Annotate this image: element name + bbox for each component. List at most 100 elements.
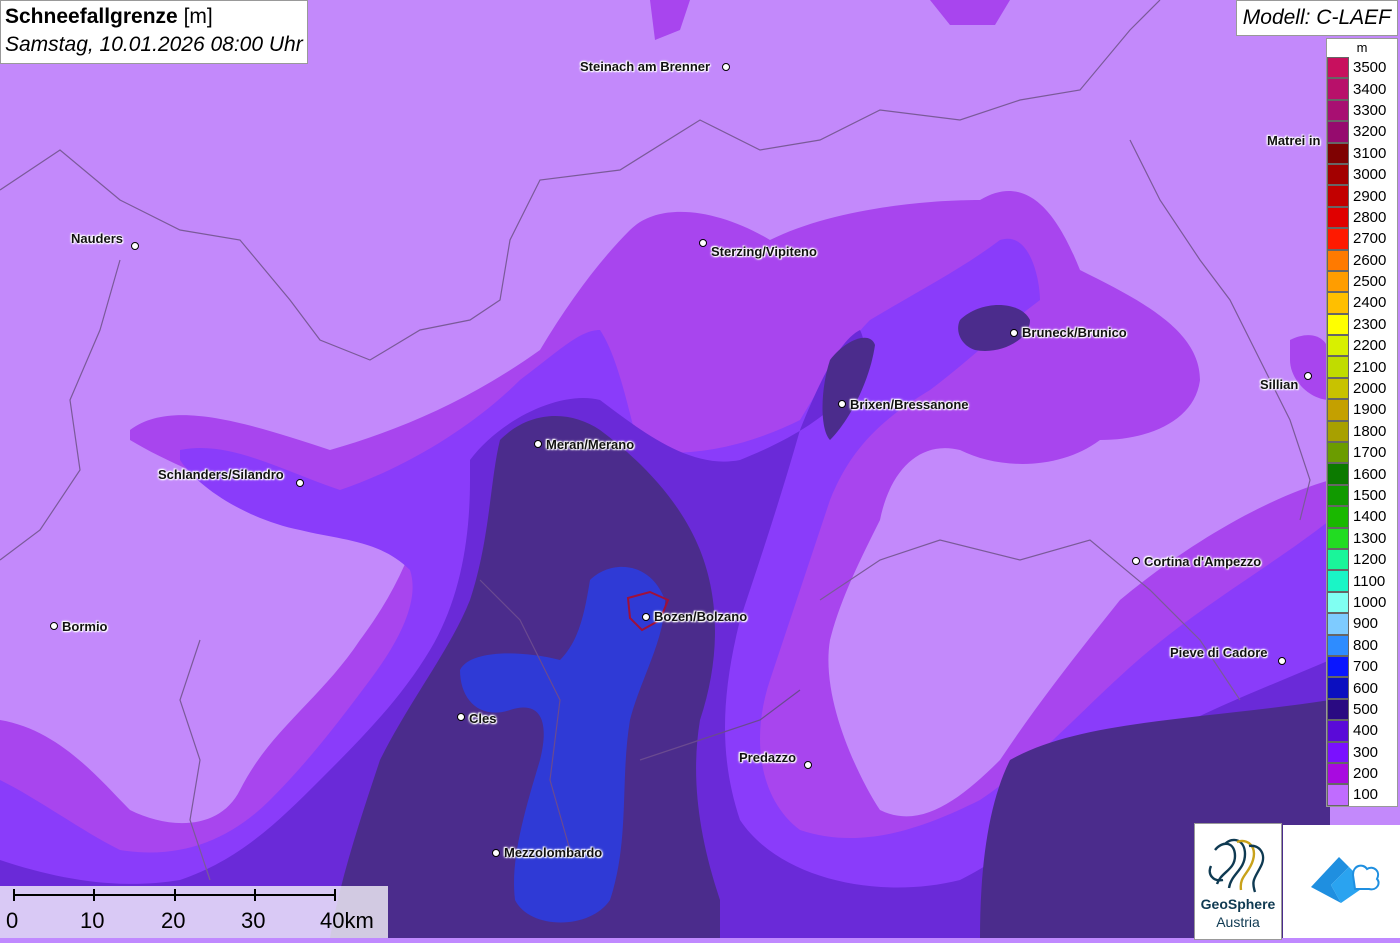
legend-swatch [1327, 741, 1349, 763]
legend-label: 3500 [1353, 59, 1387, 77]
legend-row: 1500 [1327, 484, 1397, 507]
legend-row: 1000 [1327, 591, 1397, 614]
color-legend: m 3500 3400 3300 3200 3100 3000 2900 2800 2700 26… [1326, 38, 1398, 807]
legend-swatch [1327, 463, 1349, 485]
legend-label: 400 [1353, 722, 1379, 740]
city-label: Brixen/Bressanone [850, 397, 969, 412]
legend-swatch [1327, 613, 1349, 635]
legend-row: 2000 [1327, 377, 1397, 400]
legend-row: 2300 [1327, 313, 1397, 336]
city-marker[interactable] [1010, 329, 1018, 337]
legend-label: 2900 [1353, 187, 1387, 205]
city-marker[interactable] [296, 479, 304, 487]
geosphere-logo[interactable]: GeoSphere Austria [1194, 823, 1282, 940]
legend-row: 1600 [1327, 463, 1397, 485]
city-marker[interactable] [804, 761, 812, 769]
legend-row: 2500 [1327, 270, 1397, 293]
legend-label: 2100 [1353, 358, 1387, 376]
legend-swatch [1327, 591, 1349, 614]
legend-swatch [1327, 762, 1349, 785]
city-marker[interactable] [1132, 557, 1140, 565]
legend-row: 1100 [1327, 570, 1397, 592]
city-label: Sterzing/Vipiteno [711, 244, 817, 259]
city-marker[interactable] [1304, 372, 1312, 380]
legend-row: 3500 [1327, 57, 1397, 79]
legend-label: 2200 [1353, 337, 1387, 355]
legend-label: 1900 [1353, 401, 1387, 419]
legend-swatch [1327, 356, 1349, 378]
city-marker[interactable] [722, 63, 730, 71]
city-marker[interactable] [699, 239, 707, 247]
legend-label: 1400 [1353, 508, 1387, 526]
legend-label: 1600 [1353, 465, 1387, 483]
legend-label: 1500 [1353, 487, 1387, 504]
legend-swatch [1327, 720, 1349, 742]
legend-label: 1100 [1353, 572, 1386, 590]
city-label: Bozen/Bolzano [654, 609, 748, 624]
legend-label: 2300 [1353, 315, 1387, 333]
legend-swatch [1327, 377, 1349, 400]
legend-swatch [1327, 484, 1349, 507]
legend-label: 2500 [1353, 273, 1387, 291]
legend-rows: 3500 3400 3300 3200 3100 3000 2900 2800 2700 2600… [1327, 57, 1397, 806]
legend-swatch [1327, 698, 1349, 721]
city-label: Predazzo [739, 750, 797, 765]
legend-row: 3200 [1327, 121, 1397, 143]
map-title: Schneefallgrenze [m] [5, 5, 213, 28]
legend-row: 700 [1327, 655, 1397, 678]
legend-row: 800 [1327, 634, 1397, 656]
legend-label: 900 [1353, 615, 1379, 633]
legend-label: 3200 [1353, 123, 1387, 141]
model-label: Modell: C-LAEF [1235, 0, 1398, 36]
legend-swatch [1327, 270, 1349, 293]
legend-swatch [1327, 677, 1349, 699]
city-marker[interactable] [50, 622, 58, 630]
legend-row: 900 [1327, 613, 1397, 635]
legend-swatch [1327, 249, 1349, 271]
legend-row: 3300 [1327, 99, 1397, 122]
legend-row: 1900 [1327, 399, 1397, 421]
city-label: Steinach am Brenner [580, 59, 711, 74]
legend-row: 2100 [1327, 356, 1397, 378]
legend-swatch [1327, 313, 1349, 336]
legend-row: 100 [1327, 784, 1397, 806]
partner-logo[interactable] [1283, 825, 1400, 938]
legend-label: 2600 [1353, 251, 1387, 269]
legend-swatch [1327, 527, 1349, 549]
legend-swatch [1327, 99, 1349, 122]
legend-row: 600 [1327, 677, 1397, 699]
legend-row: 200 [1327, 762, 1397, 785]
city-marker[interactable] [642, 613, 650, 621]
legend-swatch [1327, 442, 1349, 464]
legend-row: 3000 [1327, 163, 1397, 186]
city-label: Bormio [62, 619, 108, 634]
legend-swatch [1327, 121, 1349, 143]
city-marker[interactable] [492, 849, 500, 857]
legend-swatch [1327, 399, 1349, 421]
city-label: Meran/Merano [546, 437, 635, 452]
legend-label: 1700 [1353, 444, 1387, 462]
legend-swatch [1327, 206, 1349, 229]
legend-label: 3300 [1353, 101, 1387, 119]
geosphere-swirl-icon [1208, 838, 1265, 893]
legend-label: 2000 [1353, 380, 1387, 398]
city-marker[interactable] [1278, 657, 1286, 665]
city-marker[interactable] [838, 400, 846, 408]
legend-unit: m [1356, 40, 1368, 55]
legend-swatch [1327, 228, 1349, 250]
city-marker[interactable] [457, 713, 465, 721]
legend-swatch [1327, 506, 1349, 528]
legend-swatch [1327, 548, 1349, 571]
city-marker[interactable] [534, 440, 542, 448]
legend-row: 2700 [1327, 228, 1397, 250]
scale-label: 0 [6, 908, 19, 933]
legend-swatch [1327, 57, 1349, 79]
scale-bar: 0 10 20 30 40km [0, 886, 388, 938]
city-label: Mezzolombardo [504, 845, 603, 860]
legend-row: 3100 [1327, 142, 1397, 164]
legend-row: 1300 [1327, 527, 1397, 549]
city-marker[interactable] [131, 242, 139, 250]
legend-label: 1300 [1353, 529, 1387, 547]
city-label: Cortina d'Ampezzo [1144, 554, 1262, 569]
city-label: Nauders [71, 231, 124, 246]
